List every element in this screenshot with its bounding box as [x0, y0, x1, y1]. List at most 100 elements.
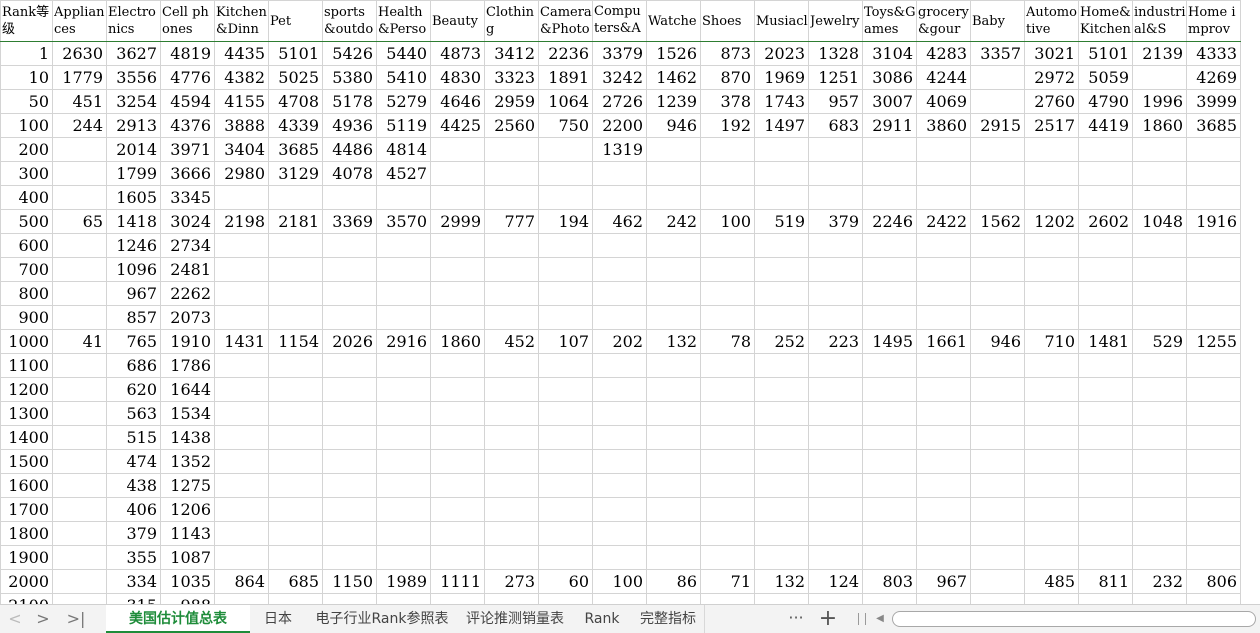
- scroll-left-arrow-icon[interactable]: ◀: [874, 613, 886, 625]
- table-cell[interactable]: [52, 545, 107, 570]
- table-cell[interactable]: 5101: [268, 41, 323, 66]
- table-cell[interactable]: [700, 545, 755, 570]
- table-cell[interactable]: [970, 401, 1025, 426]
- table-cell[interactable]: [808, 593, 863, 604]
- horizontal-scrollbar[interactable]: [892, 611, 1256, 627]
- table-cell[interactable]: [268, 233, 323, 258]
- table-cell[interactable]: [646, 377, 701, 402]
- table-cell[interactable]: [1078, 401, 1133, 426]
- table-cell[interactable]: [538, 161, 593, 186]
- table-cell[interactable]: 2236: [538, 41, 593, 66]
- table-cell[interactable]: 451: [52, 89, 107, 114]
- table-cell[interactable]: 5440: [376, 41, 431, 66]
- table-cell[interactable]: [1078, 425, 1133, 450]
- table-cell[interactable]: [484, 377, 539, 402]
- table-cell[interactable]: 5426: [322, 41, 377, 66]
- table-cell[interactable]: [52, 281, 107, 306]
- table-cell[interactable]: 71: [700, 569, 755, 594]
- table-cell[interactable]: [916, 305, 971, 330]
- table-cell[interactable]: 2972: [1024, 65, 1079, 90]
- table-cell[interactable]: [1186, 377, 1241, 402]
- table-cell[interactable]: 4244: [916, 65, 971, 90]
- table-cell[interactable]: [916, 233, 971, 258]
- column-header[interactable]: Appliances: [52, 0, 107, 42]
- table-cell[interactable]: [592, 377, 647, 402]
- table-cell[interactable]: 2200: [592, 113, 647, 138]
- table-cell[interactable]: 1891: [538, 65, 593, 90]
- table-cell[interactable]: [376, 233, 431, 258]
- table-cell[interactable]: 1246: [106, 233, 161, 258]
- table-cell[interactable]: [376, 305, 431, 330]
- table-cell[interactable]: [376, 185, 431, 210]
- column-header[interactable]: Camera &Photo: [538, 0, 593, 42]
- table-cell[interactable]: [268, 281, 323, 306]
- table-cell[interactable]: 315: [106, 593, 161, 604]
- table-cell[interactable]: 2916: [376, 329, 431, 354]
- table-cell[interactable]: [430, 257, 485, 282]
- table-cell[interactable]: [268, 377, 323, 402]
- table-cell[interactable]: 3999: [1186, 89, 1241, 114]
- table-cell[interactable]: [754, 257, 809, 282]
- table-cell[interactable]: [484, 353, 539, 378]
- table-cell[interactable]: 485: [1024, 569, 1079, 594]
- table-cell[interactable]: [268, 449, 323, 474]
- column-header[interactable]: Toys&Games: [862, 0, 917, 42]
- table-cell[interactable]: [700, 161, 755, 186]
- table-cell[interactable]: 1799: [106, 161, 161, 186]
- table-cell[interactable]: 4435: [214, 41, 269, 66]
- table-cell[interactable]: [592, 425, 647, 450]
- table-cell[interactable]: [1132, 497, 1187, 522]
- table-cell[interactable]: [1078, 257, 1133, 282]
- table-cell[interactable]: 683: [808, 113, 863, 138]
- table-cell[interactable]: [970, 305, 1025, 330]
- rank-cell[interactable]: 900: [0, 305, 53, 330]
- table-cell[interactable]: [52, 425, 107, 450]
- table-cell[interactable]: [592, 281, 647, 306]
- table-cell[interactable]: [592, 521, 647, 546]
- table-cell[interactable]: 529: [1132, 329, 1187, 354]
- table-cell[interactable]: [1132, 353, 1187, 378]
- table-cell[interactable]: 2726: [592, 89, 647, 114]
- tab-scroll-last-icon[interactable]: >|: [62, 609, 90, 629]
- table-cell[interactable]: 2734: [160, 233, 215, 258]
- table-cell[interactable]: [916, 473, 971, 498]
- table-cell[interactable]: [430, 185, 485, 210]
- table-cell[interactable]: [214, 545, 269, 570]
- table-cell[interactable]: [538, 593, 593, 604]
- rank-cell[interactable]: 800: [0, 281, 53, 306]
- table-cell[interactable]: [484, 233, 539, 258]
- table-cell[interactable]: [1024, 137, 1079, 162]
- table-cell[interactable]: 2073: [160, 305, 215, 330]
- table-cell[interactable]: [1078, 545, 1133, 570]
- table-cell[interactable]: 2630: [52, 41, 107, 66]
- table-cell[interactable]: [808, 161, 863, 186]
- table-cell[interactable]: [700, 233, 755, 258]
- table-cell[interactable]: [322, 353, 377, 378]
- table-cell[interactable]: [646, 281, 701, 306]
- table-cell[interactable]: [1024, 593, 1079, 604]
- table-cell[interactable]: [916, 545, 971, 570]
- table-cell[interactable]: 1239: [646, 89, 701, 114]
- table-cell[interactable]: [1024, 185, 1079, 210]
- rank-cell[interactable]: 400: [0, 185, 53, 210]
- table-cell[interactable]: [916, 161, 971, 186]
- rank-cell[interactable]: 200: [0, 137, 53, 162]
- table-cell[interactable]: [1132, 545, 1187, 570]
- table-cell[interactable]: 2481: [160, 257, 215, 282]
- table-cell[interactable]: 1431: [214, 329, 269, 354]
- table-cell[interactable]: [538, 521, 593, 546]
- table-cell[interactable]: [1186, 281, 1241, 306]
- table-cell[interactable]: 4873: [430, 41, 485, 66]
- table-cell[interactable]: [214, 305, 269, 330]
- table-cell[interactable]: 811: [1078, 569, 1133, 594]
- rank-cell[interactable]: 1500: [0, 449, 53, 474]
- rank-cell[interactable]: 2100: [0, 593, 53, 604]
- table-cell[interactable]: [1132, 473, 1187, 498]
- table-cell[interactable]: [970, 497, 1025, 522]
- table-cell[interactable]: [808, 281, 863, 306]
- column-header[interactable]: Home&Kitchen: [1078, 0, 1133, 42]
- table-cell[interactable]: 3357: [970, 41, 1025, 66]
- table-cell[interactable]: [484, 425, 539, 450]
- table-cell[interactable]: [754, 161, 809, 186]
- table-cell[interactable]: [214, 401, 269, 426]
